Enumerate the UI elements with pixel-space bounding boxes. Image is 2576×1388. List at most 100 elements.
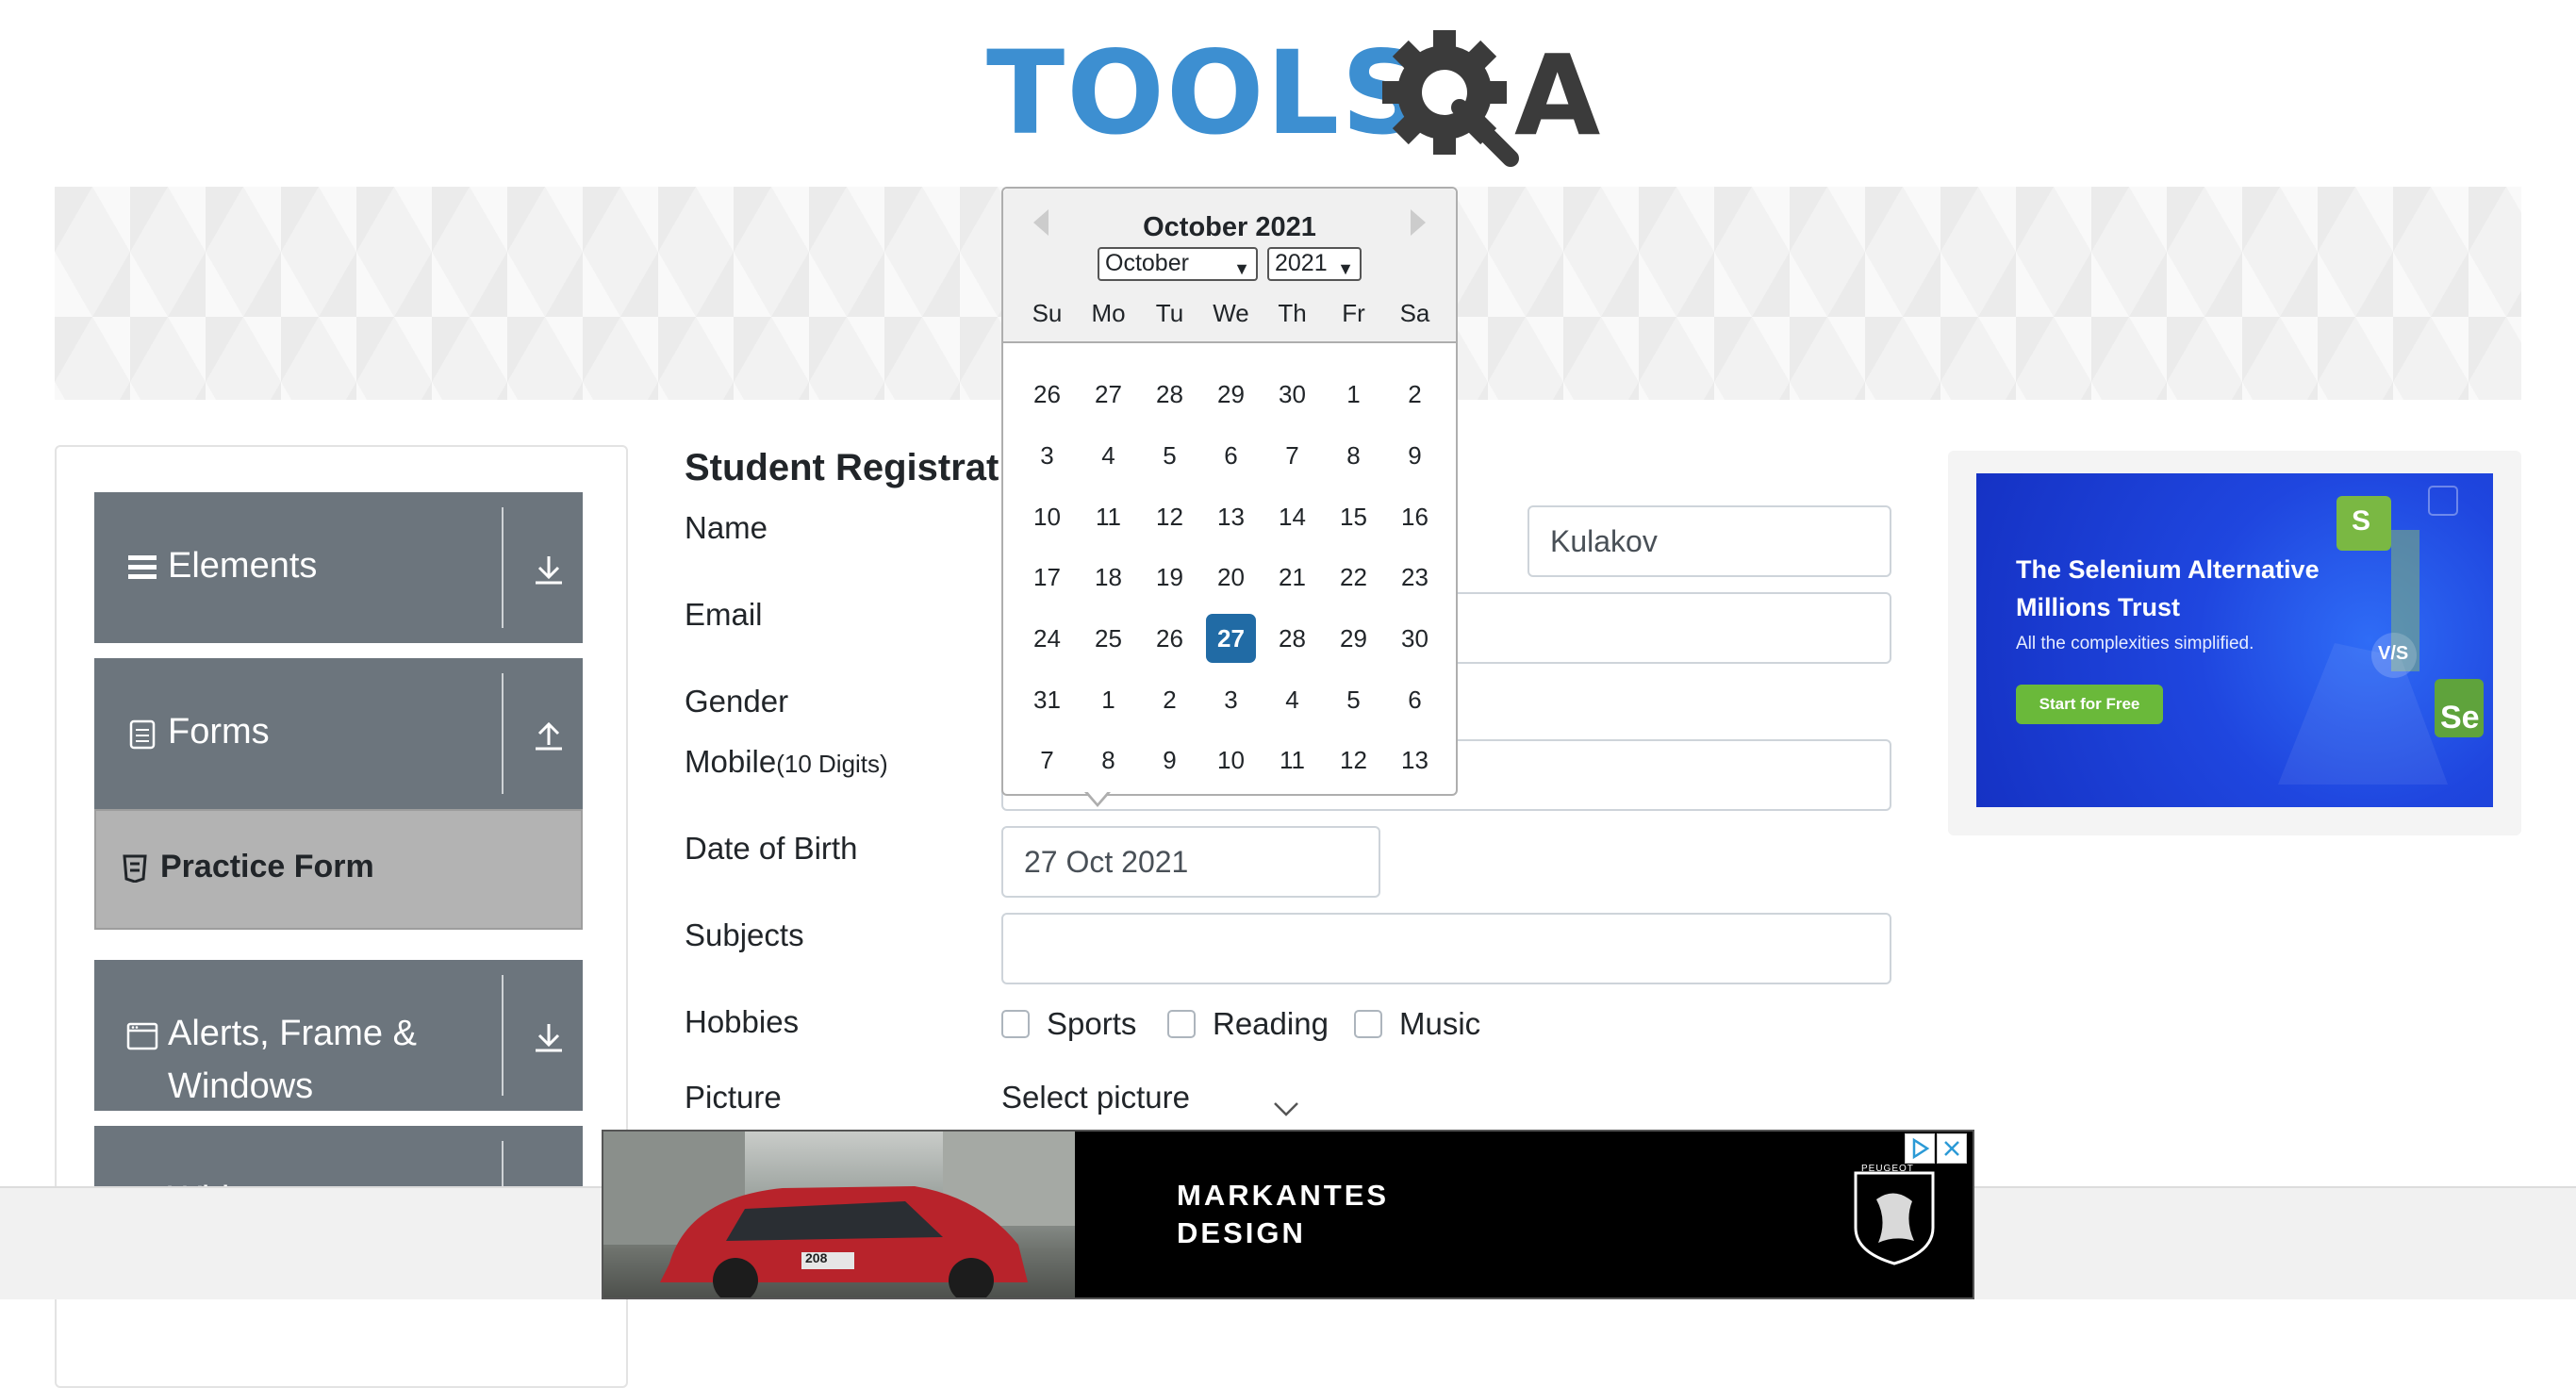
hobby-label: Reading	[1213, 1006, 1329, 1041]
datepicker-pointer-inner	[1086, 790, 1109, 803]
sidebar-group-elements[interactable]: Elements	[94, 492, 583, 643]
ad-tagline-line1: MARKANTES	[1177, 1179, 1390, 1212]
datepicker-day[interactable]: 9	[1384, 431, 1445, 480]
subjects-input[interactable]	[1001, 913, 1891, 984]
datepicker-day[interactable]: 28	[1139, 370, 1200, 419]
dob-label: Date of Birth	[685, 831, 858, 866]
hobby-reading[interactable]: Reading	[1167, 1003, 1329, 1045]
ad-car-image: 208	[603, 1132, 1075, 1297]
datepicker-day[interactable]: 3	[1016, 431, 1078, 480]
datepicker-day[interactable]: 13	[1384, 735, 1445, 785]
month-select[interactable]: October ▼	[1098, 247, 1258, 281]
last-name-input[interactable]: Kulakov	[1527, 505, 1891, 577]
datepicker-day[interactable]: 24	[1016, 614, 1078, 663]
datepicker-day[interactable]: 16	[1384, 492, 1445, 541]
adchoices-icon[interactable]	[1905, 1133, 1935, 1164]
datepicker-day[interactable]: 14	[1262, 492, 1323, 541]
datepicker-week-row: 24 25 26 27 28 29 30	[1016, 608, 1446, 669]
datepicker-day[interactable]: 2	[1384, 370, 1445, 419]
datepicker-day[interactable]: 1	[1078, 675, 1139, 724]
html5-icon	[123, 854, 147, 883]
datepicker-day[interactable]: 5	[1323, 675, 1384, 724]
logo-text-a: A	[1514, 30, 1601, 160]
close-ad-icon[interactable]	[1937, 1133, 1967, 1164]
ad-headline: The Selenium Alternative Millions Trust	[2016, 555, 2320, 621]
datepicker-day[interactable]: 25	[1078, 614, 1139, 663]
datepicker-day[interactable]: 3	[1200, 675, 1262, 724]
year-select-value: 2021	[1275, 250, 1328, 276]
datepicker-week-row: 10 11 12 13 14 15 16	[1016, 486, 1446, 547]
datepicker-day[interactable]: 22	[1323, 553, 1384, 602]
datepicker-day[interactable]: 26	[1016, 370, 1078, 419]
datepicker-day[interactable]: 29	[1323, 614, 1384, 663]
datepicker-day[interactable]: 4	[1078, 431, 1139, 480]
day-name: Su	[1032, 299, 1063, 327]
hobby-label: Music	[1399, 1006, 1481, 1041]
datepicker-day[interactable]: 30	[1384, 614, 1445, 663]
peugeot-ad[interactable]: 208 MARKANTES DESIGN PEUGEOT	[602, 1130, 1974, 1299]
year-select[interactable]: 2021 ▼	[1267, 247, 1362, 281]
datepicker-day[interactable]: 13	[1200, 492, 1262, 541]
datepicker-day[interactable]: 12	[1323, 735, 1384, 785]
selenium-ad[interactable]: S V/S Se The Selenium Alternative Millio…	[1976, 473, 2493, 807]
datepicker-day[interactable]: 11	[1262, 735, 1323, 785]
dob-input[interactable]: 27 Oct 2021	[1001, 826, 1380, 898]
datepicker-day[interactable]: 17	[1016, 553, 1078, 602]
mobile-label: Mobile(10 Digits)	[685, 743, 888, 783]
toolsqa-logo[interactable]: TOOLS A	[986, 26, 1600, 172]
ad-badge-se: Se	[2440, 700, 2480, 735]
datepicker-day[interactable]: 23	[1384, 553, 1445, 602]
datepicker-day[interactable]: 15	[1323, 492, 1384, 541]
datepicker-day[interactable]: 21	[1262, 553, 1323, 602]
sidebar-group-forms[interactable]: Forms	[94, 658, 583, 809]
datepicker-day[interactable]: 20	[1200, 553, 1262, 602]
datepicker-day[interactable]: 26	[1139, 614, 1200, 663]
download-arrow-icon[interactable]	[530, 1018, 568, 1056]
datepicker-day[interactable]: 7	[1016, 735, 1078, 785]
datepicker-day[interactable]: 29	[1200, 370, 1262, 419]
sidebar-group-label-line2: Windows	[168, 1066, 314, 1106]
datepicker-day[interactable]: 30	[1262, 370, 1323, 419]
datepicker-day[interactable]: 6	[1200, 431, 1262, 480]
email-label: Email	[685, 597, 763, 632]
datepicker-day[interactable]: 10	[1016, 492, 1078, 541]
datepicker-day[interactable]: 4	[1262, 675, 1323, 724]
datepicker-day-selected[interactable]: 27	[1206, 614, 1256, 664]
car-illustration	[603, 1132, 1075, 1297]
dob-value: 27 Oct 2021	[1024, 844, 1189, 879]
sidebar-group-label: Forms	[168, 712, 270, 752]
download-arrow-icon[interactable]	[530, 551, 568, 588]
datepicker-week-row: 17 18 19 20 21 22 23	[1016, 547, 1446, 608]
datepicker-day[interactable]: 8	[1078, 735, 1139, 785]
ad-cta-button[interactable]: Start for Free	[2016, 685, 2163, 724]
datepicker-day[interactable]: 6	[1384, 675, 1445, 724]
hobby-sports[interactable]: Sports	[1001, 1003, 1136, 1045]
datepicker-day[interactable]: 8	[1323, 431, 1384, 480]
sidebar-group-alerts[interactable]: Alerts, Frame & Windows	[94, 960, 583, 1111]
datepicker-day[interactable]: 12	[1139, 492, 1200, 541]
ad-badge-vs: V/S	[2378, 643, 2409, 664]
checkbox[interactable]	[1001, 1010, 1030, 1038]
datepicker-day[interactable]: 31	[1016, 675, 1078, 724]
sidebar-item-practice-form[interactable]: Practice Form	[94, 809, 583, 930]
datepicker-day[interactable]: 11	[1078, 492, 1139, 541]
datepicker-header: October 2021 October ▼ 2021 ▼ Su Mo Tu W…	[1003, 189, 1456, 343]
datepicker-day[interactable]: 18	[1078, 553, 1139, 602]
checkbox[interactable]	[1167, 1010, 1196, 1038]
upload-arrow-icon[interactable]	[530, 717, 568, 754]
datepicker-day[interactable]: 5	[1139, 431, 1200, 480]
datepicker-day[interactable]: 28	[1262, 614, 1323, 663]
checkbox[interactable]	[1354, 1010, 1382, 1038]
day-names-row: Su Mo Tu We Th Fr Sa	[1016, 294, 1446, 332]
datepicker-day[interactable]: 2	[1139, 675, 1200, 724]
sidebar-group-label: Elements	[168, 546, 318, 586]
chevron-down-icon[interactable]	[1273, 1101, 1299, 1116]
select-picture-button[interactable]: Select picture	[1001, 1079, 1190, 1116]
datepicker-day[interactable]: 7	[1262, 431, 1323, 480]
datepicker-day[interactable]: 1	[1323, 370, 1384, 419]
datepicker-day[interactable]: 19	[1139, 553, 1200, 602]
datepicker-day[interactable]: 27	[1078, 370, 1139, 419]
datepicker-day[interactable]: 9	[1139, 735, 1200, 785]
hobby-music[interactable]: Music	[1354, 1003, 1480, 1045]
datepicker-day[interactable]: 10	[1200, 735, 1262, 785]
